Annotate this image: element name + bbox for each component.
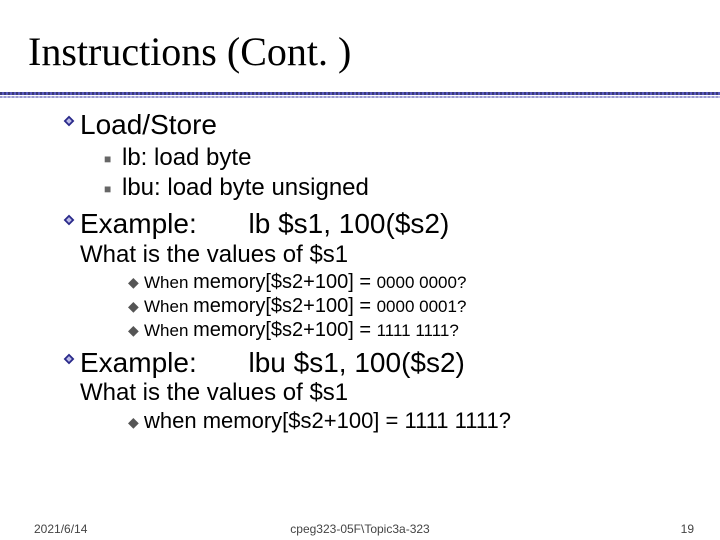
- example-code: lbu $s1, 100($s2): [249, 346, 465, 380]
- slide-title: Instructions (Cont. ): [28, 28, 351, 75]
- section-heading-text: Load/Store: [80, 108, 217, 142]
- slide-body: Load/Store ■ lb: load byte ■ lbu: load b…: [62, 106, 692, 434]
- diamond-bullet-icon: [62, 213, 80, 247]
- diamond-bullet-icon: [62, 352, 80, 386]
- example-code: lb $s1, 100($s2): [249, 207, 450, 241]
- title-underline: [0, 92, 720, 98]
- example-label: Example:: [80, 207, 197, 241]
- case-mid: memory[$s2+100] =: [193, 319, 376, 341]
- case-prefix: when: [144, 408, 203, 433]
- list-item-text: lb: load byte: [122, 144, 251, 173]
- dot-bullet-icon: ◆: [128, 298, 144, 315]
- slide: Instructions (Cont. ) Load/Store ■ lb: l…: [0, 0, 720, 540]
- case-item: ◆ When memory[$s2+100] = 0000 0000?: [128, 270, 692, 294]
- dot-bullet-icon: ◆: [128, 414, 144, 431]
- case-mid: memory[$s2+100] =: [193, 295, 376, 317]
- case-mid: memory[$s2+100] = 1111 1111?: [203, 408, 511, 433]
- case-item: ◆ When memory[$s2+100] = 0000 0001?: [128, 294, 692, 318]
- example-heading: Example: lb $s1, 100($s2): [62, 207, 692, 241]
- case-prefix: When: [144, 297, 193, 316]
- case-item: ◆ when memory[$s2+100] = 1111 1111?: [128, 408, 692, 434]
- question-text: What is the values of $s1: [80, 379, 692, 408]
- list-item: ■ lb: load byte: [104, 144, 692, 173]
- footer-mid: cpeg323-05F\Topic3a-323: [0, 522, 720, 536]
- list-item-text: lbu: load byte unsigned: [122, 174, 369, 203]
- case-prefix: When: [144, 273, 193, 292]
- footer-page-number: 19: [681, 522, 694, 536]
- example-label: Example:: [80, 346, 197, 380]
- case-item: ◆ When memory[$s2+100] = 1111 1111?: [128, 318, 692, 342]
- question-text: What is the values of $s1: [80, 241, 692, 270]
- case-value: 0000 0000?: [377, 273, 467, 292]
- case-value: 0000 0001?: [377, 297, 467, 316]
- example-heading: Example: lbu $s1, 100($s2): [62, 346, 692, 380]
- square-bullet-icon: ■: [104, 182, 122, 196]
- list-item: ■ lbu: load byte unsigned: [104, 174, 692, 203]
- dot-bullet-icon: ◆: [128, 274, 144, 291]
- square-bullet-icon: ■: [104, 152, 122, 166]
- case-value: 1111 1111?: [377, 321, 459, 340]
- diamond-bullet-icon: [62, 114, 80, 148]
- case-prefix: When: [144, 321, 193, 340]
- section-heading: Load/Store: [62, 108, 692, 142]
- dot-bullet-icon: ◆: [128, 322, 144, 339]
- case-mid: memory[$s2+100] =: [193, 271, 376, 293]
